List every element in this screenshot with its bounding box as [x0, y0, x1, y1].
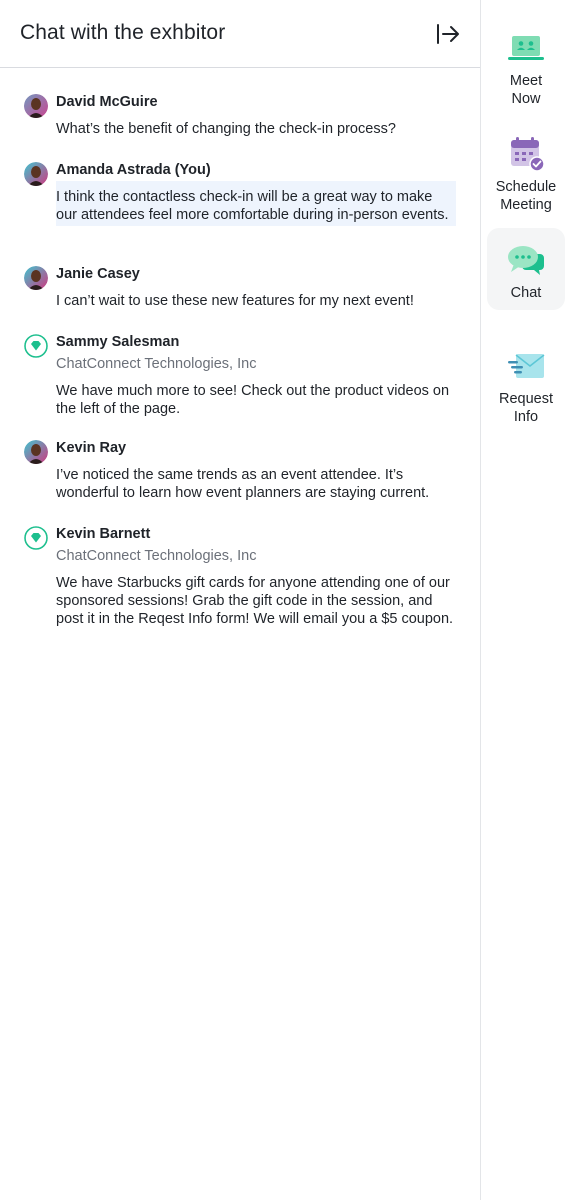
- sender-name: Sammy Salesman: [56, 334, 180, 350]
- sender-name: Kevin Ray: [56, 440, 127, 456]
- chat-message: David McGuire What’s the benefit of chan…: [0, 92, 480, 138]
- sender-name: Amanda Astrada (You): [56, 162, 211, 178]
- person-avatar-icon: [24, 162, 48, 186]
- chat-bubbles-icon: [508, 246, 544, 275]
- exhibitor-avatar[interactable]: [24, 334, 48, 358]
- message-text: What’s the benefit of changing the check…: [56, 121, 396, 137]
- message-text: I think the contactless check-in will be…: [56, 181, 456, 226]
- user-avatar[interactable]: [24, 162, 48, 186]
- chat-message-exhibitor: Sammy Salesman ChatConnect Technologies,…: [0, 332, 480, 418]
- message-text: We have Starbucks gift cards for anyone …: [56, 575, 454, 627]
- meet-now-label-line1: Meet: [509, 73, 543, 89]
- chat-panel: Chat with the exhbitor David McGuire Wha…: [0, 0, 480, 1200]
- chat-header: Chat with the exhbitor: [0, 0, 480, 68]
- chat-message-exhibitor: Kevin Barnett ChatConnect Technologies, …: [0, 524, 480, 628]
- request-info-label-line1: Request: [498, 391, 553, 407]
- envelope-send-icon: [508, 354, 545, 378]
- meet-now-label-line2: Now: [511, 91, 541, 107]
- chat-message-own: Amanda Astrada (You) I think the contact…: [0, 160, 480, 226]
- message-text: I’ve noticed the same trends as an event…: [56, 467, 430, 501]
- collapse-panel-button[interactable]: [432, 20, 462, 48]
- exhibitor-avatar[interactable]: [24, 526, 48, 550]
- message-text-content: I think the contactless check-in will be…: [56, 189, 449, 223]
- schedule-meeting-label-line1: Schedule: [495, 179, 557, 195]
- request-info-label-line2: Info: [513, 409, 539, 425]
- action-sidebar: Meet Now Schedule Meeting Chat Request I…: [480, 0, 570, 1200]
- chat-button[interactable]: Chat: [487, 228, 565, 310]
- user-avatar[interactable]: [24, 94, 48, 118]
- person-avatar-icon: [24, 266, 48, 290]
- person-avatar-icon: [24, 94, 48, 118]
- chat-message: Janie Casey I can’t wait to use these ne…: [0, 264, 480, 310]
- sender-company: ChatConnect Technologies, Inc: [56, 548, 257, 564]
- person-avatar-icon: [24, 440, 48, 464]
- page-title: Chat with the exhbitor: [20, 21, 226, 44]
- sender-name: Kevin Barnett: [56, 526, 151, 542]
- request-info-button[interactable]: Request Info: [487, 346, 565, 430]
- user-avatar[interactable]: [24, 440, 48, 464]
- user-avatar[interactable]: [24, 266, 48, 290]
- video-meeting-icon: [508, 36, 544, 60]
- chat-message: Kevin Ray I’ve noticed the same trends a…: [0, 438, 480, 502]
- sender-company: ChatConnect Technologies, Inc: [56, 356, 257, 372]
- exhibitor-badge-icon: [24, 526, 48, 550]
- calendar-check-icon: [511, 137, 545, 172]
- schedule-meeting-label-line2: Meeting: [500, 197, 552, 213]
- message-text: I can’t wait to use these new features f…: [56, 293, 414, 309]
- message-text: We have much more to see! Check out the …: [56, 383, 450, 417]
- meet-now-button[interactable]: Meet Now: [487, 28, 565, 112]
- exhibitor-badge-icon: [24, 334, 48, 358]
- sender-name: Janie Casey: [56, 266, 140, 282]
- schedule-meeting-button[interactable]: Schedule Meeting: [487, 134, 565, 218]
- sender-name: David McGuire: [56, 94, 158, 110]
- collapse-right-icon: [437, 24, 459, 44]
- chat-label: Chat: [510, 285, 542, 301]
